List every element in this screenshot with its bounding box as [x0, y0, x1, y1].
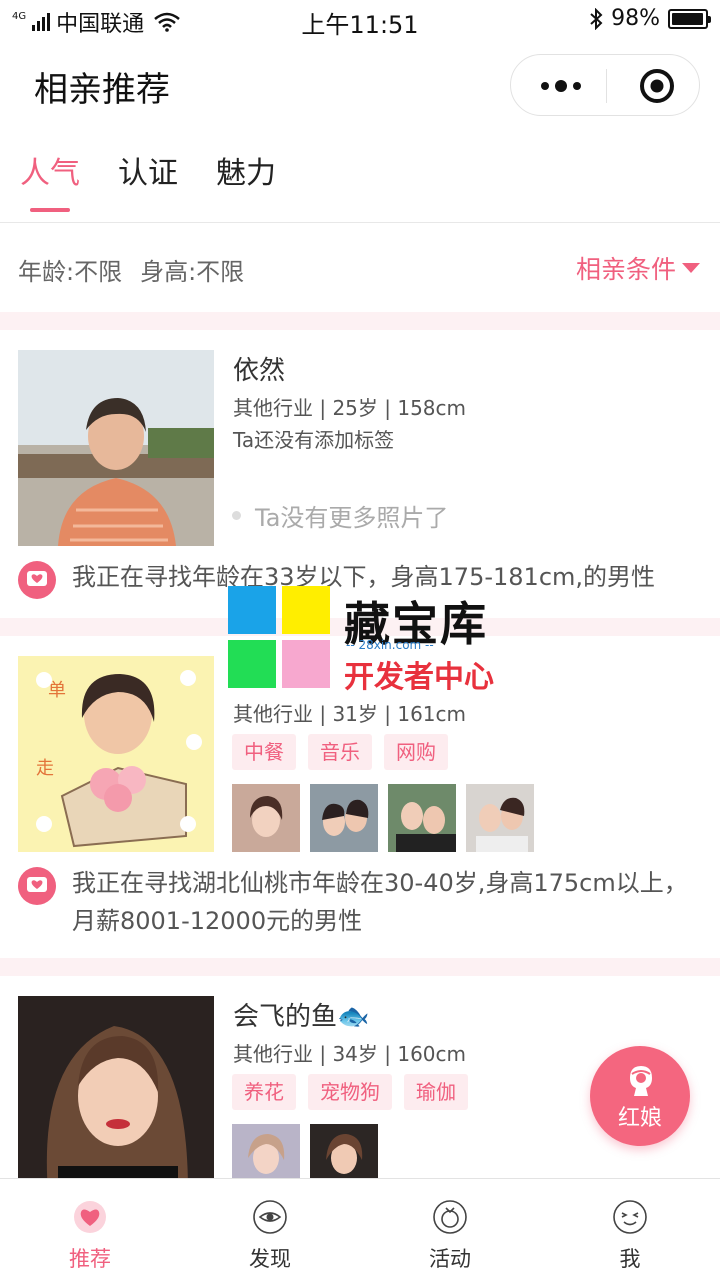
age-filter: 年龄:不限	[18, 258, 123, 286]
matchmaker-icon	[630, 1066, 652, 1096]
tab-charm[interactable]: 魅力	[216, 148, 276, 206]
tabs-divider	[0, 222, 720, 223]
conditions-label: 相亲条件	[575, 255, 676, 284]
page-title: 相亲推荐	[34, 70, 170, 110]
seeking-row: 我正在寻找湖北仙桃市年龄在30-40岁,身高175cm以上，月薪8001-120…	[18, 864, 708, 940]
bullet-dot	[232, 511, 241, 520]
watermark-logo: 藏宝库 -- 28xin.com -- 开发者中心	[228, 586, 498, 695]
profile-photo[interactable]: 单 走	[18, 656, 214, 852]
bottom-tab-bar: 推荐 发现 活动 我	[0, 1178, 720, 1280]
photo-thumbnail[interactable]	[310, 1124, 378, 1178]
section-separator	[0, 958, 720, 976]
matchmaker-button[interactable]: 红娘	[590, 1046, 690, 1146]
profile-name[interactable]: 依然	[233, 350, 285, 387]
heart-chat-icon	[18, 867, 56, 905]
tabbar-label: 活动	[429, 1247, 471, 1271]
filter-summary: 年龄:不限 身高:不限	[18, 252, 244, 287]
profile-name[interactable]: 会飞的鱼🐟	[233, 996, 369, 1033]
tabbar-label: 我	[619, 1247, 641, 1271]
target-icon[interactable]	[639, 68, 675, 104]
status-right: 98%	[589, 6, 711, 31]
no-more-photos: Ta没有更多照片了	[232, 498, 448, 533]
tabbar-item-me[interactable]: 我	[540, 1179, 720, 1280]
tab-verified[interactable]: 认证	[118, 148, 178, 206]
profile-info: 其他行业 | 25岁 | 158cm	[233, 396, 467, 420]
heart-chat-icon	[18, 561, 56, 599]
interest-tags: 中餐 音乐 网购	[232, 734, 448, 770]
more-dots-icon[interactable]	[539, 73, 583, 99]
interest-tags: 养花 宠物狗 瑜伽	[232, 1074, 468, 1110]
tabbar-item-discover[interactable]: 发现	[180, 1179, 360, 1280]
photo-thumbnail[interactable]	[466, 784, 534, 852]
photo-thumbnail[interactable]	[232, 1124, 300, 1178]
profile-info: 其他行业 | 31岁 | 161cm	[233, 702, 467, 726]
interest-tag: 宠物狗	[308, 1074, 392, 1110]
interest-tag: 音乐	[308, 734, 372, 770]
tabbar-label: 发现	[249, 1247, 291, 1271]
profile-info: 其他行业 | 34岁 | 160cm	[233, 1042, 467, 1066]
battery-percent: 98%	[611, 6, 660, 31]
no-tags-text: Ta还没有添加标签	[233, 428, 395, 452]
activity-icon	[433, 1200, 467, 1234]
tabbar-item-activity[interactable]: 活动	[360, 1179, 540, 1280]
interest-tag: 中餐	[232, 734, 296, 770]
tab-popularity[interactable]: 人气	[20, 148, 80, 212]
watermark-subtitle: 开发者中心	[344, 660, 494, 695]
ranking-tabs: 人气 认证 魅力	[20, 148, 276, 212]
tabbar-label: 推荐	[69, 1247, 111, 1271]
photo-thumbnail[interactable]	[310, 784, 378, 852]
no-more-photos-text: Ta没有更多照片了	[255, 504, 449, 532]
interest-tag: 网购	[384, 734, 448, 770]
capsule-divider	[606, 69, 607, 103]
profile-photo[interactable]	[18, 350, 214, 546]
profile-card[interactable]: 依然 其他行业 | 25岁 | 158cm Ta还没有添加标签 Ta没有更多照片…	[0, 330, 720, 618]
interest-tag: 瑜伽	[404, 1074, 468, 1110]
heart-icon	[74, 1201, 106, 1233]
height-filter: 身高:不限	[140, 258, 245, 286]
logo-square	[282, 640, 330, 688]
logo-square	[282, 586, 330, 634]
caret-down-icon	[682, 263, 700, 273]
bluetooth-icon	[590, 7, 603, 30]
photo-thumbnail[interactable]	[388, 784, 456, 852]
seeking-text: 我正在寻找湖北仙桃市年龄在30-40岁,身高175cm以上，月薪8001-120…	[72, 869, 688, 935]
smile-icon	[613, 1200, 647, 1234]
logo-square	[228, 586, 276, 634]
status-bar: 4G 中国联通 上午11:51 98%	[0, 0, 720, 40]
photo-thumbnails	[232, 1124, 378, 1178]
section-separator	[0, 312, 720, 330]
svg-text:走: 走	[36, 758, 54, 779]
profile-photo[interactable]	[18, 996, 214, 1178]
photo-thumbnail[interactable]	[232, 784, 300, 852]
photo-thumbnails	[232, 784, 534, 852]
matchmaker-label: 红娘	[617, 1106, 662, 1131]
conditions-button[interactable]: 相亲条件	[576, 250, 700, 286]
battery-icon	[668, 8, 711, 29]
mini-program-capsule	[510, 54, 700, 116]
eye-icon	[253, 1200, 287, 1234]
interest-tag: 养花	[232, 1074, 296, 1110]
watermark-url: -- 28xin.com --	[346, 638, 434, 652]
logo-square	[228, 640, 276, 688]
tabbar-item-recommend[interactable]: 推荐	[0, 1179, 180, 1280]
